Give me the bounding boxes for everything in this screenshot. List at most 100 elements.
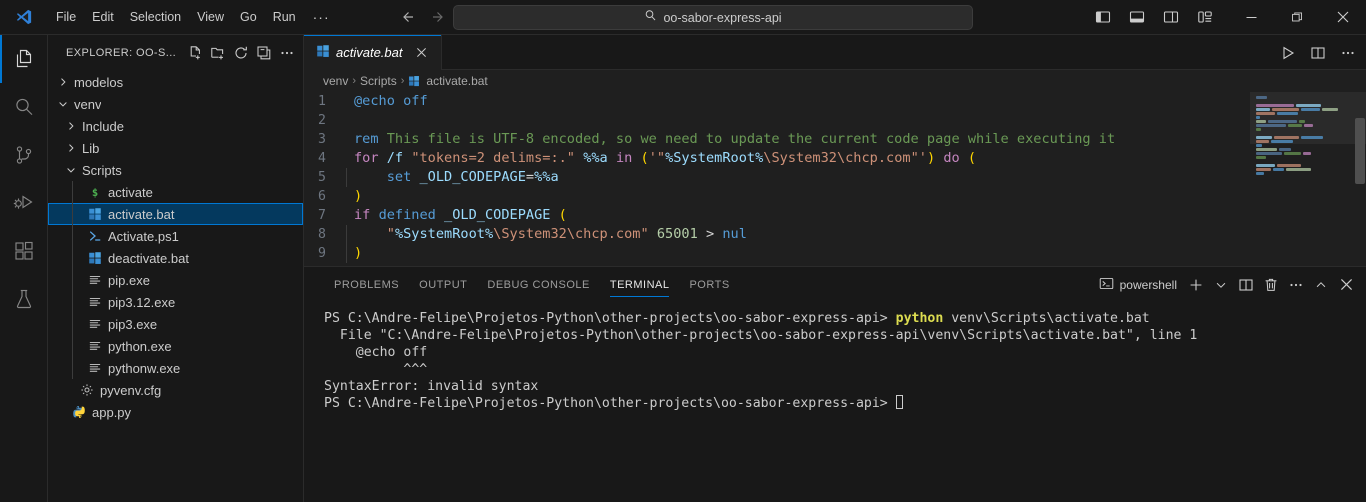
menu-overflow-button[interactable]: ···	[304, 7, 339, 27]
menu-edit[interactable]: Edit	[84, 5, 122, 29]
tree-item-scripts[interactable]: Scripts	[48, 159, 303, 181]
breadcrumb-item-scripts[interactable]: Scripts	[360, 74, 397, 88]
terminal-text: PS C:\Andre-Felipe\Projetos-Python\other…	[324, 311, 896, 326]
chevron-up-icon[interactable]	[1309, 273, 1333, 297]
split-editor-icon[interactable]	[1304, 39, 1332, 67]
code-line[interactable]: 3 rem This file is UTF-8 encoded, so we n…	[304, 130, 1250, 149]
play-icon[interactable]	[1274, 39, 1302, 67]
menu-run[interactable]: Run	[265, 5, 304, 29]
ellipsis-icon[interactable]	[1334, 39, 1362, 67]
binary-exe-icon	[86, 317, 104, 331]
code-line[interactable]: 4 for /f "tokens=2 delims=:." %%a in ('"%…	[304, 149, 1250, 168]
code-line[interactable]: 2	[304, 111, 1250, 130]
tree-item-python-exe[interactable]: python.exe	[48, 335, 303, 357]
layout-sidebar-left-icon[interactable]	[1090, 4, 1116, 30]
chevron-right-icon[interactable]	[64, 142, 78, 154]
code-lines[interactable]: 1 @echo off 2 3 rem This file is UTF-8 encod…	[304, 92, 1250, 266]
editor-scrollbar[interactable]	[1352, 92, 1366, 266]
tree-item-pip3-exe[interactable]: pip3.exe	[48, 313, 303, 335]
menu-view[interactable]: View	[189, 5, 232, 29]
arrow-left-icon[interactable]	[399, 9, 415, 25]
code-line[interactable]: 6)	[304, 187, 1250, 206]
command-center-search[interactable]: oo-sabor-express-api	[453, 5, 973, 30]
tab-ports[interactable]: PORTS	[679, 267, 739, 302]
tree-item-lib[interactable]: Lib	[48, 137, 303, 159]
code-line[interactable]: 5 set _OLD_CODEPAGE=%%a	[304, 168, 1250, 187]
refresh-icon[interactable]	[230, 42, 252, 64]
ellipsis-icon[interactable]	[1284, 273, 1308, 297]
binary-exe-icon	[86, 295, 104, 309]
tree-item-activate-ps1[interactable]: Activate.ps1	[48, 225, 303, 247]
code-line[interactable]: 7 if defined _OLD_CODEPAGE (	[304, 206, 1250, 225]
tree-item-app-py[interactable]: app.py	[48, 401, 303, 423]
collapse-all-icon[interactable]	[253, 42, 275, 64]
new-file-icon[interactable]	[184, 42, 206, 64]
terminal-tab-powershell[interactable]: powershell	[1093, 274, 1183, 296]
tree-item-modelos[interactable]: modelos	[48, 71, 303, 93]
chevron-down-icon[interactable]	[64, 164, 78, 176]
tree-item-deactivate-bat[interactable]: deactivate.bat	[48, 247, 303, 269]
tree-item-activate[interactable]: $ activate	[48, 181, 303, 203]
layout-sidebar-right-icon[interactable]	[1158, 4, 1184, 30]
activity-source-control[interactable]	[0, 131, 48, 179]
tree-item-pyvenv-cfg[interactable]: pyvenv.cfg	[48, 379, 303, 401]
line-number: 6	[318, 189, 326, 204]
activity-search[interactable]	[0, 83, 48, 131]
ellipsis-icon[interactable]	[276, 42, 298, 64]
panel-header: PROBLEMS OUTPUT DEBUG CONSOLE TERMINAL P…	[304, 267, 1366, 302]
file-tree[interactable]: modelos venv Include Lib Scripts $ activate act…	[48, 70, 303, 502]
code-line[interactable]: 9)	[304, 244, 1250, 263]
minimap-segment	[1301, 108, 1320, 111]
breadcrumb-item-file[interactable]: activate.bat	[426, 74, 487, 88]
close-icon[interactable]	[1334, 273, 1358, 297]
chevron-down-icon[interactable]	[56, 98, 70, 110]
menu-file[interactable]: File	[48, 5, 84, 29]
tree-item-venv[interactable]: venv	[48, 93, 303, 115]
new-folder-icon[interactable]	[207, 42, 229, 64]
minimap-segment	[1284, 152, 1301, 155]
tree-item-pip-exe[interactable]: pip.exe	[48, 269, 303, 291]
chevron-right-icon[interactable]	[64, 120, 78, 132]
terminal-line: PS C:\Andre-Felipe\Projetos-Python\other…	[324, 395, 1366, 412]
minimap[interactable]	[1250, 92, 1366, 266]
arrow-right-icon[interactable]	[431, 9, 447, 25]
activity-run-debug[interactable]	[0, 179, 48, 227]
tree-item-pip3-12-exe[interactable]: pip3.12.exe	[48, 291, 303, 313]
chevron-down-icon[interactable]	[1209, 273, 1233, 297]
menu-selection[interactable]: Selection	[122, 5, 189, 29]
tab-problems[interactable]: PROBLEMS	[324, 267, 409, 302]
minimap-segment	[1303, 124, 1313, 127]
menu-go[interactable]: Go	[232, 5, 265, 29]
minimap-segment	[1298, 120, 1305, 123]
layout-panel-icon[interactable]	[1124, 4, 1150, 30]
gear-config-icon	[78, 383, 96, 397]
activity-testing[interactable]	[0, 275, 48, 323]
code-line[interactable]: 8 "%SystemRoot%\System32\chcp.com" 65001…	[304, 225, 1250, 244]
tree-item-activate-bat[interactable]: activate.bat	[48, 203, 303, 225]
tab-activate-bat[interactable]: activate.bat	[304, 35, 442, 70]
scrollbar-thumb[interactable]	[1355, 118, 1365, 184]
minimize-button[interactable]	[1228, 0, 1274, 35]
layout-customize-icon[interactable]	[1192, 4, 1218, 30]
tab-terminal[interactable]: TERMINAL	[600, 267, 680, 302]
tree-item-label: venv	[74, 96, 102, 112]
tab-debug-console[interactable]: DEBUG CONSOLE	[477, 267, 599, 302]
breadcrumb[interactable]: venv › Scripts › activate.bat	[304, 70, 1366, 92]
activity-extensions[interactable]	[0, 227, 48, 275]
tab-output[interactable]: OUTPUT	[409, 267, 477, 302]
code-editor[interactable]: 1 @echo off 2 3 rem This file is UTF-8 encod…	[304, 92, 1366, 266]
plus-icon[interactable]	[1184, 273, 1208, 297]
tree-item-pythonw-exe[interactable]: pythonw.exe	[48, 357, 303, 379]
close-button[interactable]	[1320, 0, 1366, 35]
close-icon[interactable]	[413, 44, 431, 62]
chevron-right-icon[interactable]	[56, 76, 70, 88]
tree-indent-guide	[72, 247, 73, 269]
code-line[interactable]: 1 @echo off	[304, 92, 1250, 111]
breadcrumb-item-venv[interactable]: venv	[323, 74, 348, 88]
split-terminal-icon[interactable]	[1234, 273, 1258, 297]
tree-item-include[interactable]: Include	[48, 115, 303, 137]
terminal-output[interactable]: PS C:\Andre-Felipe\Projetos-Python\other…	[304, 302, 1366, 502]
maximize-button[interactable]	[1274, 0, 1320, 35]
trash-icon[interactable]	[1259, 273, 1283, 297]
activity-explorer[interactable]	[0, 35, 48, 83]
